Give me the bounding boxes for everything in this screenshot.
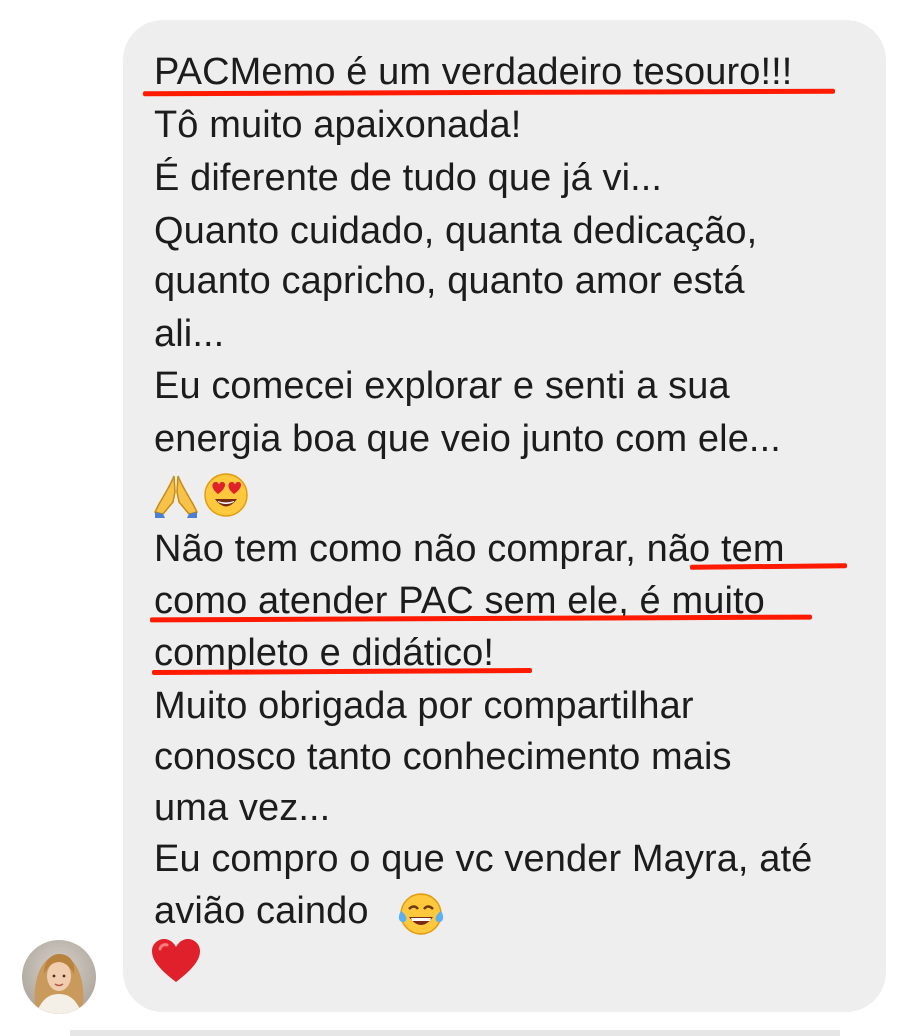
message-line-16: avião caindo [154, 890, 369, 932]
message-line-8: energia boa que veio junto com ele... [154, 418, 781, 460]
tears-of-joy-icon [397, 891, 445, 942]
red-heart-icon [151, 938, 201, 989]
message-line-3: É diferente de tudo que já vi... [154, 157, 663, 199]
message-line-12: Muito obrigada por compartilhar [154, 685, 694, 727]
message-line-2: Tô muito apaixonada! [154, 104, 522, 146]
praying-hands-icon [153, 472, 199, 523]
chat-screen: PACMemo é um verdadeiro tesouro!!! Tô mu… [0, 0, 910, 1036]
sender-avatar[interactable] [22, 940, 96, 1014]
message-line-13: conosco tanto conhecimento mais [154, 736, 732, 778]
heart-eyes-icon [203, 472, 249, 523]
message-line-7: Eu comecei explorar e senti a sua [154, 365, 730, 407]
message-line-4: Quanto cuidado, quanta dedicação, [154, 210, 758, 252]
message-line-15: Eu compro o que vc vender Mayra, até [154, 838, 813, 880]
message-line-6: ali... [154, 313, 225, 355]
message-line-5: quanto capricho, quanto amor está [154, 260, 745, 302]
message-line-14: uma vez... [154, 787, 331, 829]
bottom-divider [70, 1030, 840, 1036]
